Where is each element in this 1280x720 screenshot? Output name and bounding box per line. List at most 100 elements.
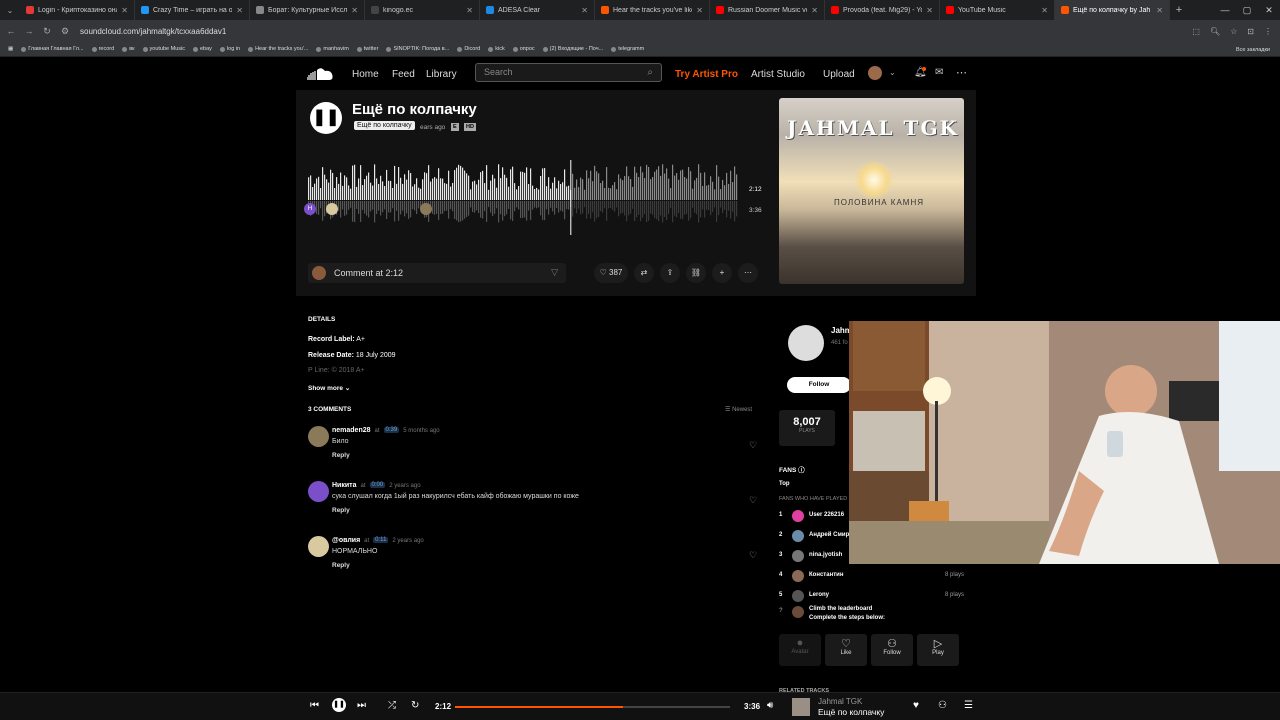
browser-tab[interactable]: kinogo.ec ✕: [365, 0, 480, 20]
bookmark-item[interactable]: record: [91, 46, 114, 52]
upload-link[interactable]: Upload: [823, 69, 855, 80]
reply-button[interactable]: Reply: [332, 452, 350, 459]
more-menu-icon[interactable]: ⋯: [956, 66, 967, 79]
star-icon[interactable]: ☆: [1230, 27, 1237, 36]
new-tab-button[interactable]: +: [1170, 4, 1188, 16]
all-bookmarks[interactable]: Все закладки: [1236, 42, 1270, 57]
comment-timestamp[interactable]: 0:11: [373, 537, 389, 543]
like-button[interactable]: ♡ 387: [594, 263, 628, 283]
browser-tab[interactable]: YouTube Music ✕: [940, 0, 1055, 20]
user-avatar[interactable]: [868, 66, 882, 80]
browser-tab[interactable]: Provoda (feat. Mig29) - YouT ✕: [825, 0, 940, 20]
comment-like-icon[interactable]: ♡: [749, 495, 757, 506]
bookmark-item[interactable]: manhavim: [316, 46, 349, 52]
follow-button[interactable]: Follow: [787, 377, 851, 393]
add-to-playlist-button[interactable]: +: [712, 263, 732, 283]
player-like-icon[interactable]: ♥: [913, 700, 919, 711]
bookmark-item[interactable]: Главная Главная Гл...: [21, 46, 84, 52]
user-menu-chevron-icon[interactable]: ⌄: [889, 68, 896, 77]
browser-tab[interactable]: Russian Doomer Music vol.3 (✕: [710, 0, 825, 20]
comment-like-icon[interactable]: ♡: [749, 440, 757, 451]
more-actions-button[interactable]: ⋯: [738, 263, 758, 283]
repeat-icon[interactable]: ↻: [411, 700, 419, 711]
reload-icon[interactable]: ↻: [40, 26, 54, 37]
minimize-icon[interactable]: —: [1214, 0, 1236, 20]
comment-avatar[interactable]: [308, 536, 329, 557]
browser-tab[interactable]: Crazy Time – играть на офиц✕: [135, 0, 250, 20]
tab-close-icon[interactable]: ✕: [1041, 6, 1048, 15]
fans-tab-top[interactable]: Top: [779, 481, 790, 487]
bookmark-item[interactable]: SINOPTIK: Погода в...: [386, 46, 449, 52]
tab-close-icon[interactable]: ✕: [696, 6, 703, 15]
nav-feed[interactable]: Feed: [392, 69, 415, 80]
comment-user[interactable]: Никита: [332, 482, 357, 489]
copy-link-button[interactable]: ⛓: [686, 263, 706, 283]
share-button[interactable]: ⇪: [660, 263, 680, 283]
browser-tab[interactable]: Борат: Культурные Исследо✕: [250, 0, 365, 20]
extensions-icon[interactable]: ⊡: [1247, 27, 1254, 36]
bookmark-item[interactable]: Dicord: [457, 46, 480, 52]
sort-newest[interactable]: ☰ Newest: [725, 406, 752, 413]
browser-tab[interactable]: ADESA Clear ✕: [480, 0, 595, 20]
comment-avatar[interactable]: [308, 481, 329, 502]
player-follow-icon[interactable]: ⚇: [938, 700, 947, 711]
soundcloud-logo-icon[interactable]: [307, 66, 334, 81]
waveform-comment-avatar[interactable]: [420, 203, 432, 215]
bookmark-item[interactable]: log in: [219, 46, 240, 52]
tab-close-icon[interactable]: ✕: [581, 6, 588, 15]
fan-row[interactable]: 5 Lerony 8 plays: [779, 590, 969, 604]
nav-home[interactable]: Home: [352, 69, 379, 80]
bookmark-item[interactable]: telegramm: [611, 46, 644, 52]
tab-close-icon[interactable]: ✕: [811, 6, 818, 15]
progress-bar[interactable]: [455, 706, 730, 708]
reply-button[interactable]: Reply: [332, 562, 350, 569]
tab-close-icon[interactable]: ✕: [236, 6, 243, 15]
player-pause-icon[interactable]: ❚❚: [332, 698, 346, 712]
shuffle-icon[interactable]: ⤮: [388, 700, 396, 711]
url-field[interactable]: soundcloud.com/jahmaltgk/tcxxaa6ddav1: [80, 27, 226, 36]
bookmark-item[interactable]: опрос: [512, 46, 535, 52]
player-artwork[interactable]: [792, 698, 810, 716]
back-icon[interactable]: ←: [4, 26, 18, 36]
comment-avatar[interactable]: [308, 426, 329, 447]
bookmark-item[interactable]: ebay: [192, 46, 212, 52]
site-info-icon[interactable]: ⚙: [58, 26, 72, 37]
comment-timestamp[interactable]: 0:00: [369, 482, 386, 488]
waveform[interactable]: [308, 160, 743, 235]
bookmark-item[interactable]: (2) Входящие - Поч...: [542, 46, 603, 52]
nav-library[interactable]: Library: [426, 69, 457, 80]
tab-close-icon[interactable]: ✕: [926, 6, 933, 15]
play-step-button[interactable]: ▷ Play: [917, 634, 959, 666]
previous-icon[interactable]: ⏮: [310, 700, 319, 711]
maximize-icon[interactable]: ▢: [1236, 0, 1258, 20]
browser-tab[interactable]: Ещё по колпачку by Jah ✕: [1055, 0, 1170, 20]
zoom-icon[interactable]: 🔍︎: [1210, 27, 1220, 36]
fan-row[interactable]: 4 Константин 8 plays: [779, 570, 969, 584]
like-step-button[interactable]: ♡ Like: [825, 634, 867, 666]
tab-close-icon[interactable]: ✕: [121, 6, 128, 15]
artist-studio-link[interactable]: Artist Studio: [751, 69, 805, 80]
player-title[interactable]: Ещё по колпачку: [818, 707, 884, 717]
bookmark-item[interactable]: вк: [122, 46, 135, 52]
repost-button[interactable]: ⇄: [634, 263, 654, 283]
player-artist[interactable]: Jahmal TGK: [818, 697, 862, 706]
bookmark-item[interactable]: Hear the tracks you'...: [248, 46, 308, 52]
messages-icon[interactable]: ✉: [935, 67, 943, 78]
install-icon[interactable]: ⬚: [1192, 27, 1200, 36]
show-more-button[interactable]: Show more ⌄: [308, 384, 350, 392]
browser-tab[interactable]: Login - Криптоказино онлай ✕: [20, 0, 135, 20]
apps-icon[interactable]: ▦: [8, 46, 13, 52]
comment-timestamp[interactable]: 0:39: [383, 427, 400, 433]
waveform-comment-avatar[interactable]: [326, 203, 338, 215]
comment-user[interactable]: @oвлия: [332, 537, 360, 544]
artist-avatar[interactable]: [788, 325, 824, 361]
comment-like-icon[interactable]: ♡: [749, 550, 757, 561]
volume-icon[interactable]: 🔊︎: [767, 700, 773, 711]
tab-close-icon[interactable]: ✕: [466, 6, 473, 15]
follow-step-button[interactable]: ⚇ Follow: [871, 634, 913, 666]
close-window-icon[interactable]: ✕: [1258, 0, 1280, 20]
comment-user[interactable]: nemaden28: [332, 427, 371, 434]
tab-close-icon[interactable]: ✕: [1156, 6, 1163, 15]
bookmark-item[interactable]: kick: [488, 46, 505, 52]
pause-button[interactable]: ❚❚: [310, 102, 342, 134]
